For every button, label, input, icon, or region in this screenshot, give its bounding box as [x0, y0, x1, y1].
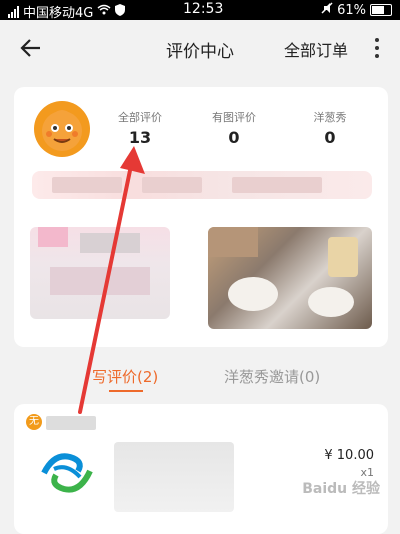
- order-card[interactable]: 无 ¥ 10.00 x1: [14, 404, 388, 534]
- stat-label: 有图评价: [212, 111, 256, 124]
- stat-value: 0: [228, 128, 240, 147]
- lamp-shape: [328, 237, 358, 277]
- status-right: 61%: [321, 2, 392, 18]
- stat-value: 0: [324, 128, 336, 147]
- stat-onion-show[interactable]: 洋葱秀 0: [280, 109, 380, 147]
- shield-icon: [115, 3, 126, 20]
- blur-block: [38, 227, 68, 247]
- battery-icon: [370, 4, 392, 16]
- tab-write-review[interactable]: 写评价(2): [92, 366, 158, 387]
- mascot-icon: [42, 110, 82, 151]
- wifi-icon: [97, 4, 111, 19]
- battery-percent: 61%: [337, 2, 366, 18]
- avatar[interactable]: [34, 101, 90, 157]
- stat-label: 全部评价: [118, 111, 162, 124]
- shop-name-blur: [46, 416, 96, 430]
- blur-block: [208, 227, 258, 257]
- blurred-banner[interactable]: [32, 171, 372, 199]
- blur-block: [52, 177, 122, 193]
- watermark-text: Baidu 经验: [302, 481, 380, 497]
- china-mobile-logo-icon: [40, 449, 94, 497]
- product-info-blur: [114, 442, 234, 512]
- blurred-image-left[interactable]: [30, 227, 170, 319]
- mute-icon: [321, 2, 333, 18]
- dot-icon: [375, 46, 379, 50]
- clock-text: 12:53: [183, 1, 224, 17]
- stat-photo-reviews[interactable]: 有图评价 0: [184, 109, 284, 147]
- blur-block: [50, 267, 150, 295]
- status-bar: 中国移动4G 12:53 61%: [0, 0, 400, 21]
- blur-block: [142, 177, 202, 193]
- stat-label: 洋葱秀: [313, 111, 347, 124]
- blur-block: [232, 177, 322, 193]
- status-left: 中国移动4G: [8, 2, 126, 21]
- blur-block: [80, 233, 140, 253]
- nav-bar: 评价中心 全部订单: [0, 20, 400, 76]
- dot-icon: [375, 54, 379, 58]
- tab-onion-invite[interactable]: 洋葱秀邀请(0): [224, 366, 320, 387]
- dot-icon: [375, 38, 379, 42]
- all-orders-link[interactable]: 全部订单: [284, 37, 348, 61]
- summary-card: 全部评价 13 有图评价 0 洋葱秀 0: [14, 87, 388, 347]
- signal-icon: [8, 5, 19, 18]
- order-price: ¥ 10.00: [324, 448, 374, 463]
- shop-badge: 无: [26, 414, 42, 430]
- carrier-text: 中国移动4G: [23, 6, 94, 21]
- more-menu-button[interactable]: [372, 36, 382, 60]
- arrow-left-icon: [20, 39, 40, 57]
- stat-value: 13: [128, 128, 152, 147]
- back-button[interactable]: [18, 34, 48, 62]
- plate-shape: [228, 277, 278, 311]
- plate-shape: [308, 287, 354, 317]
- review-tabs: 写评价(2) 洋葱秀邀请(0): [0, 362, 400, 392]
- stat-all-reviews[interactable]: 全部评价 13: [90, 109, 190, 147]
- restaurant-photo[interactable]: [208, 227, 372, 329]
- active-tab-indicator: [109, 390, 143, 392]
